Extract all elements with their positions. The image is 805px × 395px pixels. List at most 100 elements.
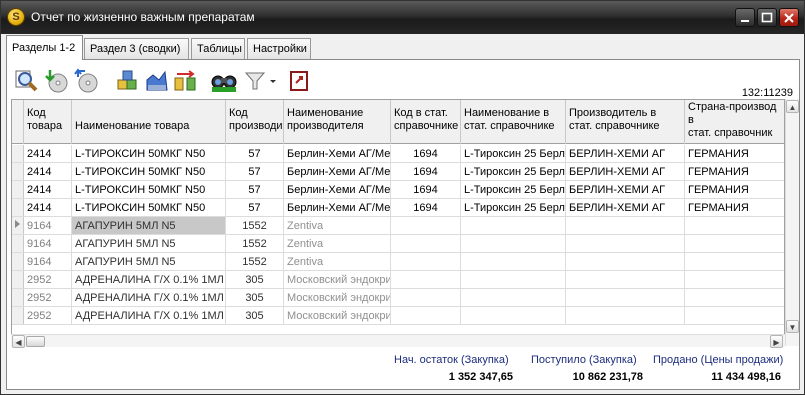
cell-maker-code[interactable]: 57 [226,163,284,180]
cell-product-name[interactable]: АГАПУРИН 5МЛ N5 [72,217,226,234]
cell-stat-name[interactable] [461,235,566,252]
column-header-maker-code[interactable]: Код производи [226,100,284,144]
tab-tables[interactable]: Таблицы [191,38,245,59]
row-indicator[interactable] [12,289,24,306]
cell-maker-code[interactable]: 1552 [226,217,284,234]
table-row[interactable]: 2414 L-ТИРОКСИН 50МКГ N50 57 Берлин-Хеми АГ… [12,145,784,163]
cell-maker-name[interactable]: Московский эндокри [284,289,391,306]
cell-product-name[interactable]: АДРЕНАЛИНА Г/Х 0.1% 1МЛ N [72,307,226,324]
search-button[interactable] [13,68,39,94]
cell-product-code[interactable]: 2414 [24,181,72,198]
cell-stat-code[interactable]: 1694 [391,145,461,162]
cell-product-name[interactable]: L-ТИРОКСИН 50МКГ N50 [72,145,226,162]
table-row[interactable]: 9164 АГАПУРИН 5МЛ N5 1552 Zentiva [12,217,784,235]
cell-stat-maker[interactable] [566,307,685,324]
cell-stat-maker[interactable] [566,235,685,252]
row-indicator[interactable] [12,235,24,252]
cell-stat-maker[interactable] [566,271,685,288]
find-button[interactable] [210,68,237,94]
cell-country[interactable]: ГЕРМАНИЯ [685,163,784,180]
row-indicator[interactable] [12,307,24,324]
tab-section-3-summaries[interactable]: Раздел 3 (сводки) [84,38,189,59]
column-header-country[interactable]: Страна-производ в стат. справочник [685,100,784,144]
cell-stat-code[interactable]: 1694 [391,199,461,216]
column-header-stat-maker[interactable]: Производитель в стат. справочнике [566,100,685,144]
cell-stat-maker[interactable]: БЕРЛИН-ХЕМИ АГ [566,145,685,162]
cell-stat-name[interactable] [461,289,566,306]
cell-stat-code[interactable] [391,235,461,252]
cell-stat-code[interactable] [391,307,461,324]
scroll-up-arrow-icon[interactable]: ▲ [786,100,799,113]
cell-country[interactable] [685,253,784,270]
row-indicator[interactable] [12,163,24,180]
table-row[interactable]: 2952 АДРЕНАЛИНА Г/Х 0.1% 1МЛ N 305 Московск… [12,307,784,325]
table-row[interactable]: 2952 АДРЕНАЛИНА Г/Х 0.1% 1МЛ N 305 Московск… [12,289,784,307]
cell-stat-maker[interactable] [566,217,685,234]
table-row[interactable]: 9164 АГАПУРИН 5МЛ N5 1552 Zentiva [12,253,784,271]
cell-maker-name[interactable]: Берлин-Хеми АГ/Мен [284,199,391,216]
cell-maker-name[interactable]: Zentiva [284,253,391,270]
cell-product-code[interactable]: 2952 [24,289,72,306]
cell-stat-code[interactable] [391,289,461,306]
data-grid[interactable]: Код товара Наименование товара Код произ… [11,99,785,346]
cell-stat-code[interactable]: 1694 [391,181,461,198]
cell-stat-name[interactable] [461,217,566,234]
column-header-stat-name[interactable]: Наименование в стат. справочнике [461,100,566,144]
products-button[interactable] [115,68,141,94]
cell-country[interactable]: ГЕРМАНИЯ [685,199,784,216]
scroll-left-arrow-icon[interactable]: ◀ [12,335,25,348]
cell-product-code[interactable]: 2952 [24,271,72,288]
cell-product-name[interactable]: L-ТИРОКСИН 50МКГ N50 [72,163,226,180]
cell-stat-maker[interactable] [566,253,685,270]
table-row[interactable]: 2952 АДРЕНАЛИНА Г/Х 0.1% 1МЛ N 305 Московск… [12,271,784,289]
cell-stat-name[interactable]: L-Тироксин 25 Берли [461,145,566,162]
column-header-product-name[interactable]: Наименование товара [72,100,226,144]
cell-product-name[interactable]: АГАПУРИН 5МЛ N5 [72,235,226,252]
tab-settings[interactable]: Настройки [247,38,311,59]
download-button[interactable] [43,68,69,94]
cell-maker-code[interactable]: 1552 [226,253,284,270]
column-header-maker-name[interactable]: Наименование производителя [284,100,391,144]
transfer-button[interactable] [173,68,199,94]
cell-maker-name[interactable]: Zentiva [284,235,391,252]
chart-button[interactable] [144,68,170,94]
cell-maker-name[interactable]: Берлин-Хеми АГ/Мен [284,145,391,162]
cell-product-name[interactable]: АДРЕНАЛИНА Г/Х 0.1% 1МЛ N [72,289,226,306]
horizontal-scrollbar[interactable]: ◀ ▶ [11,334,785,348]
cell-stat-code[interactable] [391,253,461,270]
cell-maker-name[interactable]: Московский эндокри [284,271,391,288]
cell-stat-name[interactable]: L-Тироксин 25 Берли [461,199,566,216]
cell-product-code[interactable]: 2414 [24,163,72,180]
column-header-product-code[interactable]: Код товара [24,100,72,144]
table-row[interactable]: 9164 АГАПУРИН 5МЛ N5 1552 Zentiva [12,235,784,253]
cell-stat-maker[interactable] [566,289,685,306]
cell-stat-name[interactable] [461,253,566,270]
row-indicator[interactable] [12,181,24,198]
cell-product-code[interactable]: 2414 [24,199,72,216]
cell-maker-name[interactable]: Берлин-Хеми АГ/Мен [284,181,391,198]
vertical-scrollbar[interactable]: ▲ ▼ [785,99,799,346]
cell-product-name[interactable]: L-ТИРОКСИН 50МКГ N50 [72,199,226,216]
exit-button[interactable] [287,68,313,94]
cell-product-name[interactable]: АДРЕНАЛИНА Г/Х 0.1% 1МЛ N [72,271,226,288]
cell-country[interactable] [685,217,784,234]
cell-maker-code[interactable]: 1552 [226,235,284,252]
row-indicator[interactable] [12,271,24,288]
cell-country[interactable] [685,235,784,252]
cell-stat-code[interactable] [391,217,461,234]
cell-country[interactable]: ГЕРМАНИЯ [685,145,784,162]
tab-sections-1-2[interactable]: Разделы 1-2 [6,35,83,60]
row-indicator[interactable] [12,145,24,162]
title-bar[interactable]: S Отчет по жизненно важным препаратам [1,1,804,34]
cell-stat-name[interactable] [461,271,566,288]
cell-country[interactable]: ГЕРМАНИЯ [685,181,784,198]
cell-maker-code[interactable]: 305 [226,271,284,288]
cell-maker-code[interactable]: 57 [226,181,284,198]
cell-product-name[interactable]: АГАПУРИН 5МЛ N5 [72,253,226,270]
cell-product-code[interactable]: 9164 [24,217,72,234]
maximize-button[interactable] [757,8,777,27]
refresh-button[interactable] [73,68,99,94]
close-button[interactable] [779,8,799,27]
cell-product-name[interactable]: L-ТИРОКСИН 50МКГ N50 [72,181,226,198]
table-row[interactable]: 2414 L-ТИРОКСИН 50МКГ N50 57 Берлин-Хеми АГ… [12,181,784,199]
